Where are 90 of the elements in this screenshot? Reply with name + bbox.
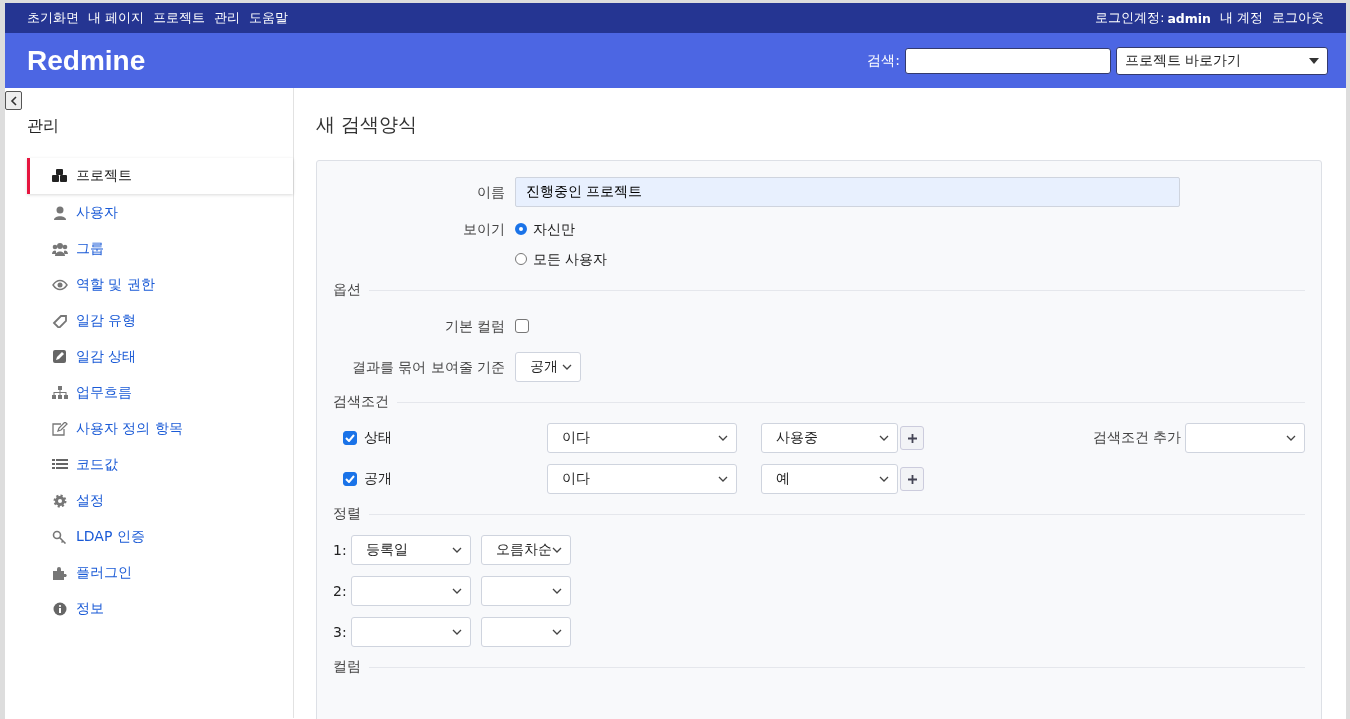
operator-dropdown[interactable]: 이다 [547, 464, 737, 494]
plus-icon [907, 474, 917, 484]
section-heading: 컬럼 [333, 658, 361, 676]
sort-field-dropdown[interactable]: 등록일 [351, 535, 471, 565]
sidebar-item[interactable]: 코드값 [27, 447, 293, 483]
top-menu-link[interactable]: 도움말 [249, 9, 288, 27]
chevron-down-icon [1286, 435, 1296, 441]
radio-option[interactable]: 자신만 [515, 218, 608, 240]
site-title[interactable]: Redmine [27, 44, 146, 77]
account-link[interactable]: 내 계정 [1220, 9, 1263, 27]
checkbox[interactable] [515, 319, 529, 333]
sidebar-item[interactable]: 정보 [27, 591, 293, 627]
chevron-down-icon [879, 435, 889, 441]
gear-icon [52, 494, 68, 508]
sidebar-item[interactable]: 사용자 정의 항목 [27, 411, 293, 447]
chevron-down-icon [452, 629, 462, 635]
info-icon [52, 602, 68, 616]
section-heading: 정렬 [333, 505, 361, 523]
chevron-down-icon [552, 629, 562, 635]
filter-label: 상태 [364, 429, 392, 447]
sidebar-item[interactable]: 역할 및 권한 [27, 267, 293, 303]
cubes-icon [52, 169, 68, 183]
top-menu-link[interactable]: 관리 [214, 9, 240, 27]
radio-button[interactable] [515, 253, 527, 265]
radio-option[interactable]: 모든 사용자 [515, 248, 608, 270]
key-icon [52, 530, 68, 544]
sort-order-dropdown[interactable]: 오름차순 [481, 535, 571, 565]
sidebar-item[interactable]: 일감 유형 [27, 303, 293, 339]
list-icon [52, 458, 68, 472]
edit-icon [52, 422, 68, 436]
puzzle-icon [52, 566, 68, 580]
checkbox[interactable] [343, 472, 357, 486]
add-value-button[interactable] [900, 467, 924, 491]
checkmark-icon [345, 434, 355, 442]
eye-icon [52, 278, 68, 292]
project-jump-dropdown[interactable]: 프로젝트 바로가기 [1116, 46, 1328, 75]
sort-field-dropdown[interactable] [351, 617, 471, 647]
tag-icon [52, 314, 68, 328]
chevron-left-icon [9, 95, 18, 106]
sort-field-dropdown[interactable] [351, 576, 471, 606]
add-value-button[interactable] [900, 426, 924, 450]
checkmark-icon [345, 475, 355, 483]
name-field[interactable]: 진행중인 프로젝트 [515, 177, 1180, 207]
sidebar-item[interactable]: 사용자 [27, 195, 293, 231]
top-menu-link[interactable]: 초기화면 [27, 9, 79, 27]
search-label: 검색: [867, 51, 900, 70]
logged-in-label: 로그인계정: [1095, 9, 1165, 27]
hierarchy-icon [52, 386, 68, 400]
sidebar-title: 관리 [27, 116, 59, 137]
sidebar-item[interactable]: 그룹 [27, 231, 293, 267]
search-field[interactable] [905, 47, 1111, 74]
sidebar-item[interactable]: 설정 [27, 483, 293, 519]
caret-icon [1309, 57, 1319, 64]
top-menu-link[interactable]: 내 페이지 [88, 9, 144, 27]
checkbox[interactable] [343, 431, 357, 445]
chevron-down-icon [562, 364, 572, 370]
sidebar-item[interactable]: 일감 상태 [27, 339, 293, 375]
username-link[interactable]: admin [1167, 10, 1211, 26]
filter-label: 공개 [364, 470, 392, 488]
operator-dropdown[interactable]: 이다 [547, 423, 737, 453]
radio-button[interactable] [515, 223, 527, 235]
add-filter-label: 검색조건 추가 [1092, 429, 1181, 447]
user-icon [52, 206, 68, 220]
field-label: 결과를 묶어 보여줄 기준 [350, 358, 505, 377]
chevron-down-icon [552, 547, 562, 553]
field-label: 이름 [476, 183, 505, 202]
chevron-down-icon [879, 476, 889, 482]
plus-icon [907, 433, 917, 443]
sidebar-item[interactable]: 업무흐름 [27, 375, 293, 411]
field-label: 보이기 [462, 220, 505, 239]
edit-square-icon [52, 350, 68, 364]
section-heading: 옵션 [333, 281, 361, 299]
group-by-dropdown[interactable]: 공개 [515, 352, 581, 382]
chevron-down-icon [452, 547, 462, 553]
value-dropdown[interactable]: 사용중 [761, 423, 898, 453]
group-icon [52, 242, 68, 256]
collapse-sidebar-button[interactable] [5, 91, 22, 110]
page-title: 새 검색양식 [316, 112, 419, 137]
chevron-down-icon [552, 588, 562, 594]
sidebar-item[interactable]: 플러그인 [27, 555, 293, 591]
sidebar-item[interactable]: LDAP 인증 [27, 519, 293, 555]
chevron-down-icon [718, 435, 728, 441]
chevron-down-icon [718, 476, 728, 482]
top-menu-link[interactable]: 프로젝트 [153, 9, 205, 27]
value-dropdown[interactable]: 예 [761, 464, 898, 494]
field-label: 기본 컬럼 [443, 317, 505, 336]
section-heading: 검색조건 [333, 393, 389, 411]
account-link[interactable]: 로그아웃 [1272, 9, 1324, 27]
sidebar-item[interactable]: 프로젝트 [27, 158, 293, 194]
chevron-down-icon [452, 588, 462, 594]
